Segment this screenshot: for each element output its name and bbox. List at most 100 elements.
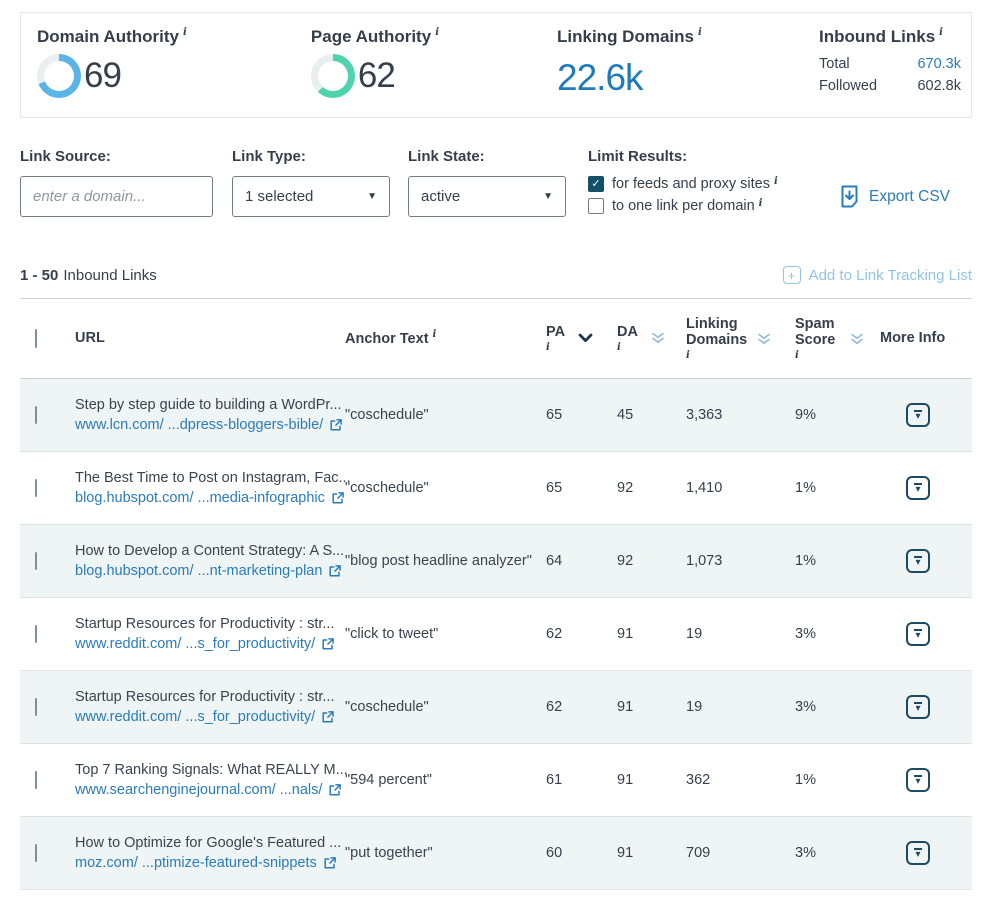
link-url[interactable]: blog.hubspot.com/ ...media-infographic — [75, 490, 345, 506]
more-info-button[interactable]: ▾ — [906, 768, 930, 792]
total-value[interactable]: 670.3k — [917, 56, 961, 72]
pa-value: 62 — [546, 699, 617, 715]
link-url[interactable]: www.reddit.com/ ...s_for_productivity/ — [75, 636, 345, 652]
link-url[interactable]: www.reddit.com/ ...s_for_productivity/ — [75, 709, 345, 725]
link-title: How to Develop a Content Strategy: A S..… — [75, 543, 345, 559]
row-checkbox[interactable] — [35, 552, 37, 570]
one-link-per-domain-option[interactable]: ✓ to one link per domain i — [588, 198, 818, 215]
info-icon[interactable]: i — [759, 198, 763, 209]
info-icon[interactable]: i — [433, 329, 437, 340]
more-info-button[interactable]: ▾ — [906, 841, 930, 865]
info-icon[interactable]: i — [546, 342, 565, 354]
link-url[interactable]: www.searchenginejournal.com/ ...nals/ — [75, 782, 345, 798]
link-title: Top 7 Ranking Signals: What REALLY M... — [75, 762, 345, 778]
sort-icon[interactable] — [850, 333, 864, 345]
sort-icon[interactable] — [757, 333, 771, 345]
info-icon[interactable]: i — [686, 350, 744, 362]
column-header-url[interactable]: URL — [75, 330, 345, 347]
row-checkbox[interactable] — [35, 698, 37, 716]
da-value: 92 — [617, 553, 686, 569]
info-icon[interactable]: i — [774, 176, 778, 187]
column-header-spam-score[interactable]: Spam Scorei — [795, 316, 880, 362]
pa-value: 60 — [546, 845, 617, 861]
link-title: How to Optimize for Google's Featured ..… — [75, 835, 345, 851]
followed-label: Followed — [819, 78, 877, 94]
da-value: 91 — [617, 626, 686, 642]
external-link-icon[interactable] — [321, 637, 335, 651]
anchor-text: "blog post headline analyzer" — [345, 553, 546, 569]
more-info-button[interactable]: ▾ — [906, 476, 930, 500]
feeds-proxy-label: for feeds and proxy sites — [612, 176, 770, 193]
export-csv-button[interactable]: Export CSV — [839, 184, 950, 209]
expand-row-icon: ▾ — [914, 483, 921, 494]
table-body: Step by step guide to building a WordPr.… — [20, 379, 972, 890]
row-checkbox[interactable] — [35, 406, 37, 424]
feeds-proxy-checkbox[interactable]: ✓ — [588, 176, 604, 192]
link-type-select[interactable]: 1 selected ▼ — [232, 176, 390, 217]
pa-value: 65 — [546, 480, 617, 496]
table-header: URL Anchor Texti PAi DAi Linking Domains… — [20, 299, 972, 379]
linking-domains-value: 362 — [686, 772, 795, 788]
column-header-linking-domains[interactable]: Linking Domainsi — [686, 316, 795, 362]
external-link-icon[interactable] — [329, 418, 343, 432]
anchor-text: "coschedule" — [345, 699, 546, 715]
spam-score-value: 3% — [795, 699, 880, 715]
info-icon[interactable]: i — [939, 27, 943, 38]
link-source-input[interactable] — [20, 176, 213, 217]
export-csv-label: Export CSV — [869, 188, 950, 206]
table-row: The Best Time to Post on Instagram, Fac.… — [20, 452, 972, 525]
link-url[interactable]: www.lcn.com/ ...dpress-bloggers-bible/ — [75, 417, 345, 433]
sort-icon[interactable] — [651, 332, 665, 344]
da-value: 91 — [617, 845, 686, 861]
external-link-icon[interactable] — [328, 564, 342, 578]
row-checkbox[interactable] — [35, 771, 37, 789]
one-link-per-domain-checkbox[interactable]: ✓ — [588, 198, 604, 214]
results-count: 1 - 50Inbound Links — [20, 267, 157, 284]
linking-domains-value[interactable]: 22.6k — [557, 57, 819, 99]
more-info-button[interactable]: ▾ — [906, 403, 930, 427]
table-row: Top 7 Ranking Signals: What REALLY M... … — [20, 744, 972, 817]
external-link-icon[interactable] — [323, 856, 337, 870]
anchor-text: "coschedule" — [345, 480, 546, 496]
external-link-icon[interactable] — [321, 710, 335, 724]
sort-desc-icon[interactable] — [578, 333, 593, 343]
spam-score-value: 9% — [795, 407, 880, 423]
info-icon[interactable]: i — [435, 27, 439, 38]
more-info-button[interactable]: ▾ — [906, 622, 930, 646]
info-icon[interactable]: i — [698, 27, 702, 38]
column-header-pa[interactable]: PAi — [546, 324, 617, 353]
row-checkbox[interactable] — [35, 844, 37, 862]
row-checkbox[interactable] — [35, 625, 37, 643]
link-state-select[interactable]: active ▼ — [408, 176, 566, 217]
metrics-panel: Domain Authorityi 69 Page Authorityi 62 … — [20, 12, 972, 118]
results-range-label: Inbound Links — [63, 267, 156, 284]
external-link-icon[interactable] — [331, 491, 345, 505]
add-to-link-tracking-label: Add to Link Tracking List — [809, 267, 972, 284]
link-type-label: Link Type: — [232, 148, 408, 165]
link-url[interactable]: moz.com/ ...ptimize-featured-snippets — [75, 855, 345, 871]
row-checkbox[interactable] — [35, 479, 37, 497]
info-icon[interactable]: i — [617, 342, 638, 354]
info-icon[interactable]: i — [183, 27, 187, 38]
column-header-da[interactable]: DAi — [617, 324, 686, 353]
select-all-checkbox[interactable] — [35, 329, 37, 348]
external-link-icon[interactable] — [328, 783, 342, 797]
pa-value: 64 — [546, 553, 617, 569]
linking-domains-value: 1,410 — [686, 480, 795, 496]
more-info-button[interactable]: ▾ — [906, 695, 930, 719]
info-icon[interactable]: i — [795, 350, 837, 362]
more-info-button[interactable]: ▾ — [906, 549, 930, 573]
linking-domains-label: Linking Domains — [557, 27, 694, 46]
limit-results-label: Limit Results: — [588, 148, 818, 165]
link-url[interactable]: blog.hubspot.com/ ...nt-marketing-plan — [75, 563, 345, 579]
feeds-proxy-option[interactable]: ✓ for feeds and proxy sites i — [588, 176, 818, 193]
linking-domains-value: 1,073 — [686, 553, 795, 569]
linking-domains-value: 19 — [686, 626, 795, 642]
page-authority-metric: Page Authorityi 62 — [311, 27, 557, 107]
anchor-text: "coschedule" — [345, 407, 546, 423]
linking-domains-value: 709 — [686, 845, 795, 861]
add-to-link-tracking-button[interactable]: + Add to Link Tracking List — [783, 266, 972, 284]
column-header-anchor-text[interactable]: Anchor Texti — [345, 329, 546, 348]
one-link-per-domain-label: to one link per domain — [612, 198, 755, 215]
anchor-text: "click to tweet" — [345, 626, 546, 642]
